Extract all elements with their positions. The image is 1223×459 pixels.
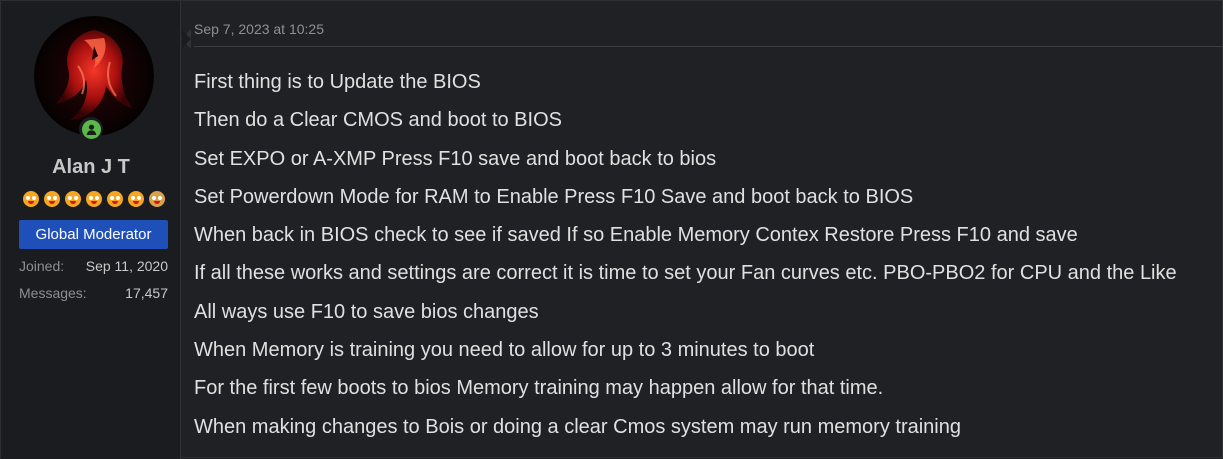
message-line: Set EXPO or A-XMP Press F10 save and boo… (194, 147, 717, 170)
user-info-column: Alan J T Global Moderator Joined: Sep 11… (1, 1, 181, 459)
stat-label: Messages: (19, 285, 87, 301)
post-timestamp[interactable]: Sep 7, 2023 at 10:25 (194, 21, 324, 37)
trophy-icon (128, 191, 144, 207)
stat-value[interactable]: 17,457 (125, 285, 168, 301)
message-line: When Memory is training you need to allo… (194, 339, 815, 362)
message-line: Then do a Clear CMOS and boot to BIOS (194, 109, 562, 132)
message-line: All ways use F10 to save bios changes (194, 300, 539, 323)
stat-joined: Joined: Sep 11, 2020 (19, 258, 168, 274)
username[interactable]: Alan J T (1, 156, 181, 179)
stat-value: Sep 11, 2020 (85, 258, 168, 274)
trophy-icon (149, 191, 165, 207)
user-icon (86, 124, 96, 135)
message-line: If all these works and settings are corr… (194, 262, 1177, 285)
forum-post: Alan J T Global Moderator Joined: Sep 11… (0, 0, 1223, 459)
trophy-icon (23, 191, 39, 207)
stat-label: Joined: (19, 258, 65, 274)
stat-messages: Messages: 17,457 (19, 285, 168, 301)
message-line: Set Powerdown Mode for RAM to Enable Pre… (194, 185, 914, 208)
trophy-row (23, 191, 165, 207)
user-title-banner: Global Moderator (19, 220, 168, 249)
trophy-icon (86, 191, 102, 207)
divider (194, 46, 1223, 47)
message-body: First thing is to Update the BIOS Then d… (194, 63, 1223, 446)
trophy-icon (65, 191, 81, 207)
trophy-icon (44, 191, 60, 207)
message-line: First thing is to Update the BIOS (194, 71, 481, 93)
message-line: For the first few boots to bios Memory t… (194, 377, 884, 400)
avatar-container[interactable] (34, 16, 154, 141)
message-line: When making changes to Bois or doing a c… (194, 415, 961, 438)
message-line: When back in BIOS check to see if saved … (194, 224, 1078, 247)
online-status-icon (79, 117, 103, 141)
trophy-icon (107, 191, 123, 207)
